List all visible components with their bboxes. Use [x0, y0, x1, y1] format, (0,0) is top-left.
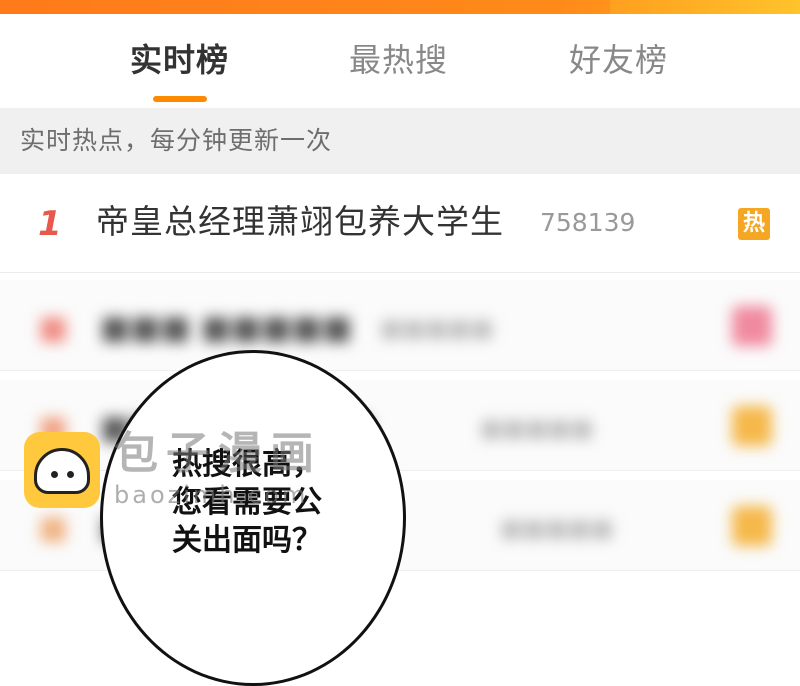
subheader-text: 实时热点，每分钟更新一次 [20, 126, 333, 155]
rank-number: 1 [38, 204, 62, 244]
eye-icon [51, 471, 58, 478]
speech-line: 关出面吗？ [172, 523, 322, 558]
blurred-count: ■■■■■ [380, 314, 494, 342]
blurred-count: ■■■■■ [500, 514, 614, 542]
search-count: 758139 [540, 208, 636, 237]
tab-bar: 实时榜 最热搜 好友榜 [0, 14, 800, 108]
blurred-badge [732, 306, 772, 346]
blurred-row: ■ ■■■ ■■■■■ ■■■■■ [0, 280, 800, 371]
hot-search-row[interactable]: 1 帝皇总经理萧翊包养大学生 758139 热 [0, 174, 800, 273]
tab-friends[interactable]: 好友榜 [569, 40, 668, 80]
list-subheader: 实时热点，每分钟更新一次 [0, 108, 800, 174]
watermark-logo-icon [24, 432, 100, 508]
top-color-bar [0, 0, 800, 14]
blurred-badge [732, 406, 772, 446]
blurred-title: ■■■ ■■■■■ [100, 308, 353, 346]
blurred-rank: ■ [38, 508, 69, 546]
hot-search-title[interactable]: 帝皇总经理萧翊包养大学生 [96, 202, 504, 242]
blurred-count: ■■■■■ [480, 414, 594, 442]
bun-icon [34, 448, 90, 494]
eye-icon [67, 471, 74, 478]
tab-hottest[interactable]: 最热搜 [349, 40, 448, 80]
watermark-title: 包子漫画 [114, 428, 322, 479]
top-bar-stripe [610, 0, 800, 14]
watermark-subtitle: baozimh.com [114, 481, 309, 509]
blurred-rank: ■ [38, 308, 69, 346]
active-tab-indicator [153, 96, 207, 102]
blurred-badge [732, 506, 772, 546]
hot-badge: 热 [738, 208, 770, 240]
tab-realtime[interactable]: 实时榜 [130, 40, 229, 80]
